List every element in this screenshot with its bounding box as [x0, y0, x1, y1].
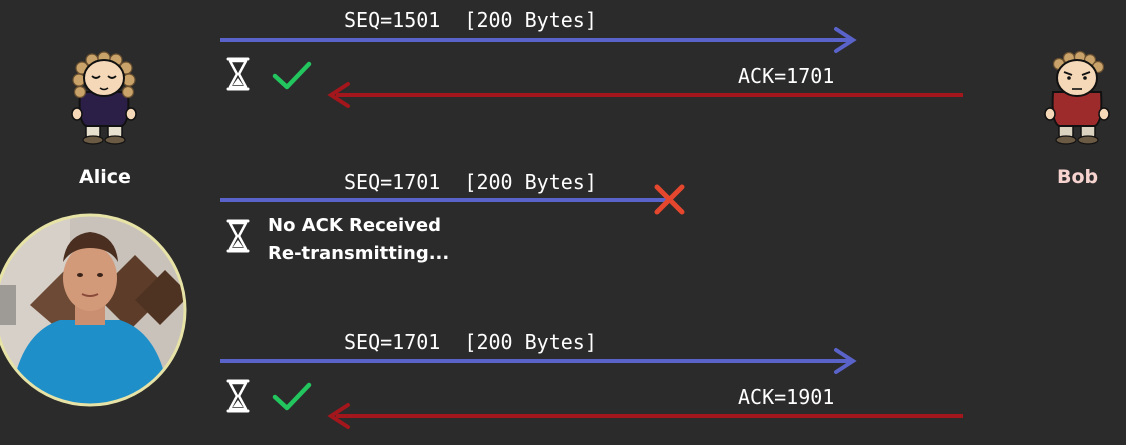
hourglass-icon: [226, 219, 250, 253]
retransmit-note-line1: No ACK Received: [268, 215, 441, 236]
ack-arrow-1: [327, 82, 963, 108]
presenter-webcam: [0, 213, 187, 407]
segment-label-3: SEQ=1701 [200 Bytes]: [344, 330, 597, 354]
hourglass-icon: [226, 379, 250, 413]
ack-arrow-3: [327, 403, 963, 429]
checkmark-icon: [272, 382, 312, 411]
segment-label-1: SEQ=1501 [200 Bytes]: [344, 8, 597, 32]
bob-avatar: [1044, 50, 1110, 145]
checkmark-icon: [272, 61, 312, 90]
bob-label: Bob: [1057, 166, 1099, 188]
alice-label: Alice: [79, 166, 131, 188]
alice-avatar: [71, 51, 137, 145]
ack-label-3: ACK=1901: [738, 385, 835, 409]
segment-arrow-1: [220, 27, 857, 53]
hourglass-icon: [226, 57, 250, 91]
retransmit-note-line2: Re-transmitting...: [268, 243, 450, 264]
segment-label-2: SEQ=1701 [200 Bytes]: [344, 170, 597, 194]
ack-label-1: ACK=1701: [738, 64, 835, 88]
tcp-retransmission-diagram: [0, 27, 1110, 429]
